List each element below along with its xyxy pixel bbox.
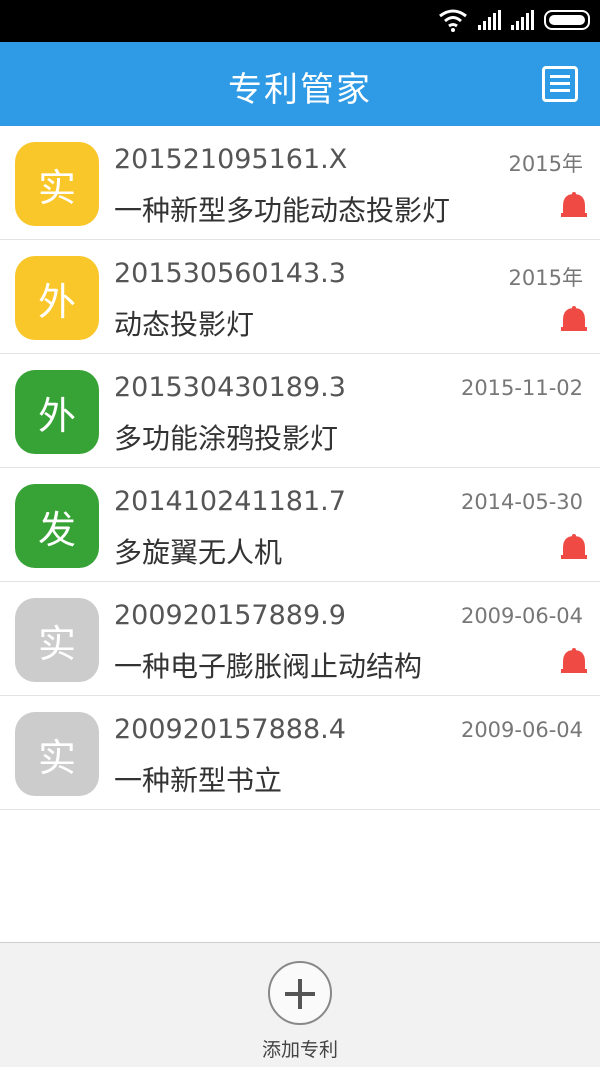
patent-date: 2015-11-02 xyxy=(460,376,583,400)
alarm-bell-icon xyxy=(561,306,587,331)
patent-name: 动态投影灯 xyxy=(114,308,255,341)
patent-name: 多旋翼无人机 xyxy=(114,536,283,569)
patent-number: 200920157888.4 xyxy=(114,714,346,745)
list-menu-icon[interactable] xyxy=(542,66,578,102)
list-item[interactable]: 发 201410241181.7 2014-05-30 多旋翼无人机 xyxy=(0,468,600,582)
patent-number: 201530430189.3 xyxy=(114,372,346,403)
signal-icon xyxy=(511,10,534,30)
patent-number: 201530560143.3 xyxy=(114,258,346,289)
battery-icon xyxy=(544,10,590,30)
type-badge: 发 xyxy=(15,484,99,568)
patent-list: 实 201521095161.X 2015年 一种新型多功能动态投影灯 外 20… xyxy=(0,126,600,810)
type-badge: 外 xyxy=(15,370,99,454)
list-item[interactable]: 外 201530560143.3 2015年 动态投影灯 xyxy=(0,240,600,354)
bottom-bar: 添加专利 xyxy=(0,942,600,1067)
wifi-icon xyxy=(439,9,467,32)
list-item[interactable]: 实 201521095161.X 2015年 一种新型多功能动态投影灯 xyxy=(0,126,600,240)
list-item[interactable]: 外 201530430189.3 2015-11-02 多功能涂鸦投影灯 xyxy=(0,354,600,468)
patent-name: 一种新型多功能动态投影灯 xyxy=(114,194,451,227)
type-badge: 实 xyxy=(15,598,99,682)
status-icons xyxy=(438,8,590,32)
patent-number: 200920157889.9 xyxy=(114,600,346,631)
app-bar: 专利管家 xyxy=(0,42,600,126)
alarm-bell-icon xyxy=(561,534,587,559)
status-bar xyxy=(0,0,600,42)
alarm-bell-icon xyxy=(561,648,587,673)
alarm-bell-icon xyxy=(561,192,587,217)
page-title: 专利管家 xyxy=(228,70,372,110)
type-badge: 实 xyxy=(15,712,99,796)
signal-icon xyxy=(478,10,501,30)
patent-date: 2015年 xyxy=(508,152,583,176)
patent-name: 一种电子膨胀阀止动结构 xyxy=(114,650,423,683)
patent-date: 2015年 xyxy=(508,266,583,290)
patent-date: 2014-05-30 xyxy=(460,490,583,514)
type-badge: 外 xyxy=(15,256,99,340)
patent-number: 201410241181.7 xyxy=(114,486,346,517)
type-badge: 实 xyxy=(15,142,99,226)
patent-number: 201521095161.X xyxy=(114,144,348,175)
add-patent-label[interactable]: 添加专利 xyxy=(0,1035,600,1062)
patent-name: 多功能涂鸦投影灯 xyxy=(114,422,339,455)
patent-date: 2009-06-04 xyxy=(460,604,583,628)
patent-name: 一种新型书立 xyxy=(114,764,283,797)
patent-date: 2009-06-04 xyxy=(460,718,583,742)
plus-circle-icon[interactable] xyxy=(268,961,332,1025)
list-item[interactable]: 实 200920157888.4 2009-06-04 一种新型书立 xyxy=(0,696,600,810)
list-item[interactable]: 实 200920157889.9 2009-06-04 一种电子膨胀阀止动结构 xyxy=(0,582,600,696)
